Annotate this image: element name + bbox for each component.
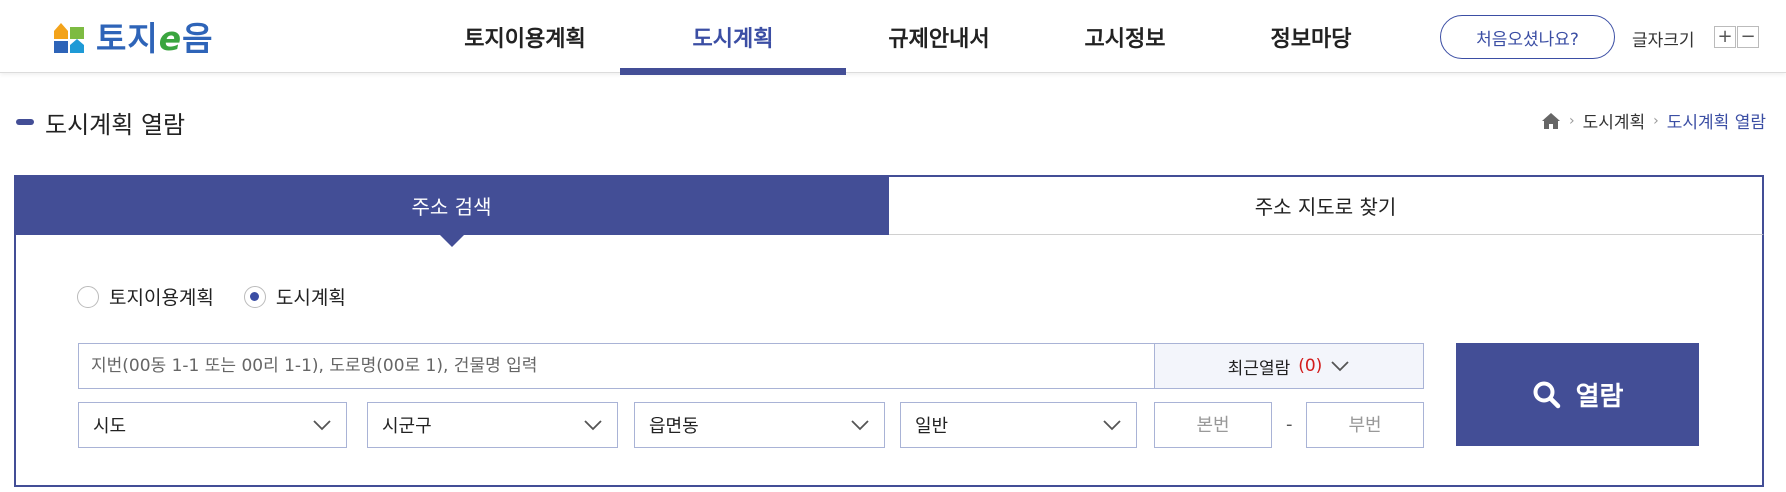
chevron-down-icon [313, 420, 331, 431]
view-button-label: 열람 [1575, 382, 1624, 412]
nav-item-notice-info[interactable]: 고시정보 [1032, 0, 1218, 73]
font-decrease-button[interactable]: − [1737, 26, 1759, 48]
view-button[interactable]: 열람 [1456, 343, 1699, 446]
first-visit-button[interactable]: 처음오셨나요? [1440, 15, 1615, 59]
search-icon [1533, 381, 1560, 408]
home-icon[interactable] [1541, 112, 1561, 130]
eupmyeondong-select-value: 읍면동 [649, 416, 699, 437]
site-logo[interactable]: 토지e음 [50, 16, 214, 58]
land-type-select-value: 일반 [915, 416, 949, 437]
nav-item-land-use[interactable]: 토지이용계획 [430, 0, 620, 73]
sigungu-select[interactable]: 시군구 [367, 402, 618, 448]
breadcrumb: › 도시계획 › 도시계획 열람 [1541, 108, 1766, 133]
nav-item-info-plaza[interactable]: 정보마당 [1218, 0, 1404, 73]
sigungu-select-value: 시군구 [382, 416, 432, 437]
sido-select-value: 시도 [93, 416, 127, 437]
nav-item-urban-plan[interactable]: 도시계획 [620, 0, 846, 75]
land-type-select[interactable]: 일반 [900, 402, 1137, 448]
recent-views-dropdown[interactable]: 최근열람 (0) [1154, 343, 1424, 389]
font-increase-button[interactable]: + [1714, 26, 1736, 48]
breadcrumb-item-urban-plan[interactable]: 도시계획 [1583, 108, 1646, 133]
sub-lot-input[interactable] [1306, 402, 1424, 448]
radio-urban-plan[interactable]: 도시계획 [243, 283, 346, 310]
chevron-down-icon [1103, 420, 1121, 431]
lot-separator: - [1286, 414, 1293, 435]
font-size-label: 글자크기 [1632, 31, 1695, 51]
title-bullet [16, 119, 34, 125]
breadcrumb-item-current: 도시계획 열람 [1666, 113, 1766, 133]
tab-address-search[interactable]: 주소 검색 [14, 175, 889, 247]
breadcrumb-separator-icon: › [1568, 112, 1575, 129]
sido-select[interactable]: 시도 [78, 402, 347, 448]
tab-map-search[interactable]: 주소 지도로 찾기 [889, 175, 1764, 235]
breadcrumb-separator-icon: › [1653, 112, 1659, 129]
radio-land-use-label: 토지이용계획 [109, 287, 214, 309]
recent-views-count: (0) [1298, 356, 1323, 376]
plan-type-radios: 토지이용계획 도시계획 [77, 283, 346, 310]
address-search-input[interactable] [78, 343, 1155, 389]
chevron-down-icon [851, 420, 869, 431]
main-lot-input[interactable] [1154, 402, 1272, 448]
radio-unchecked-icon[interactable] [77, 285, 99, 308]
site-header: 토지e음 토지이용계획 도시계획 규제안내서 고시정보 정보마당 처음오셨나요?… [0, 0, 1786, 75]
recent-views-label: 최근열람 [1227, 358, 1291, 379]
chevron-down-icon [1331, 361, 1349, 372]
house-logo-icon [54, 23, 84, 53]
chevron-down-icon [584, 420, 602, 431]
radio-checked-icon[interactable] [243, 285, 266, 308]
eupmyeondong-select[interactable]: 읍면동 [634, 402, 885, 448]
logo-text: 토지e음 [96, 19, 214, 58]
page-title: 도시계획 열람 [45, 111, 186, 139]
radio-land-use[interactable]: 토지이용계획 [77, 283, 214, 310]
radio-urban-plan-label: 도시계획 [275, 287, 346, 309]
nav-item-regulation-guide[interactable]: 규제안내서 [846, 0, 1032, 73]
